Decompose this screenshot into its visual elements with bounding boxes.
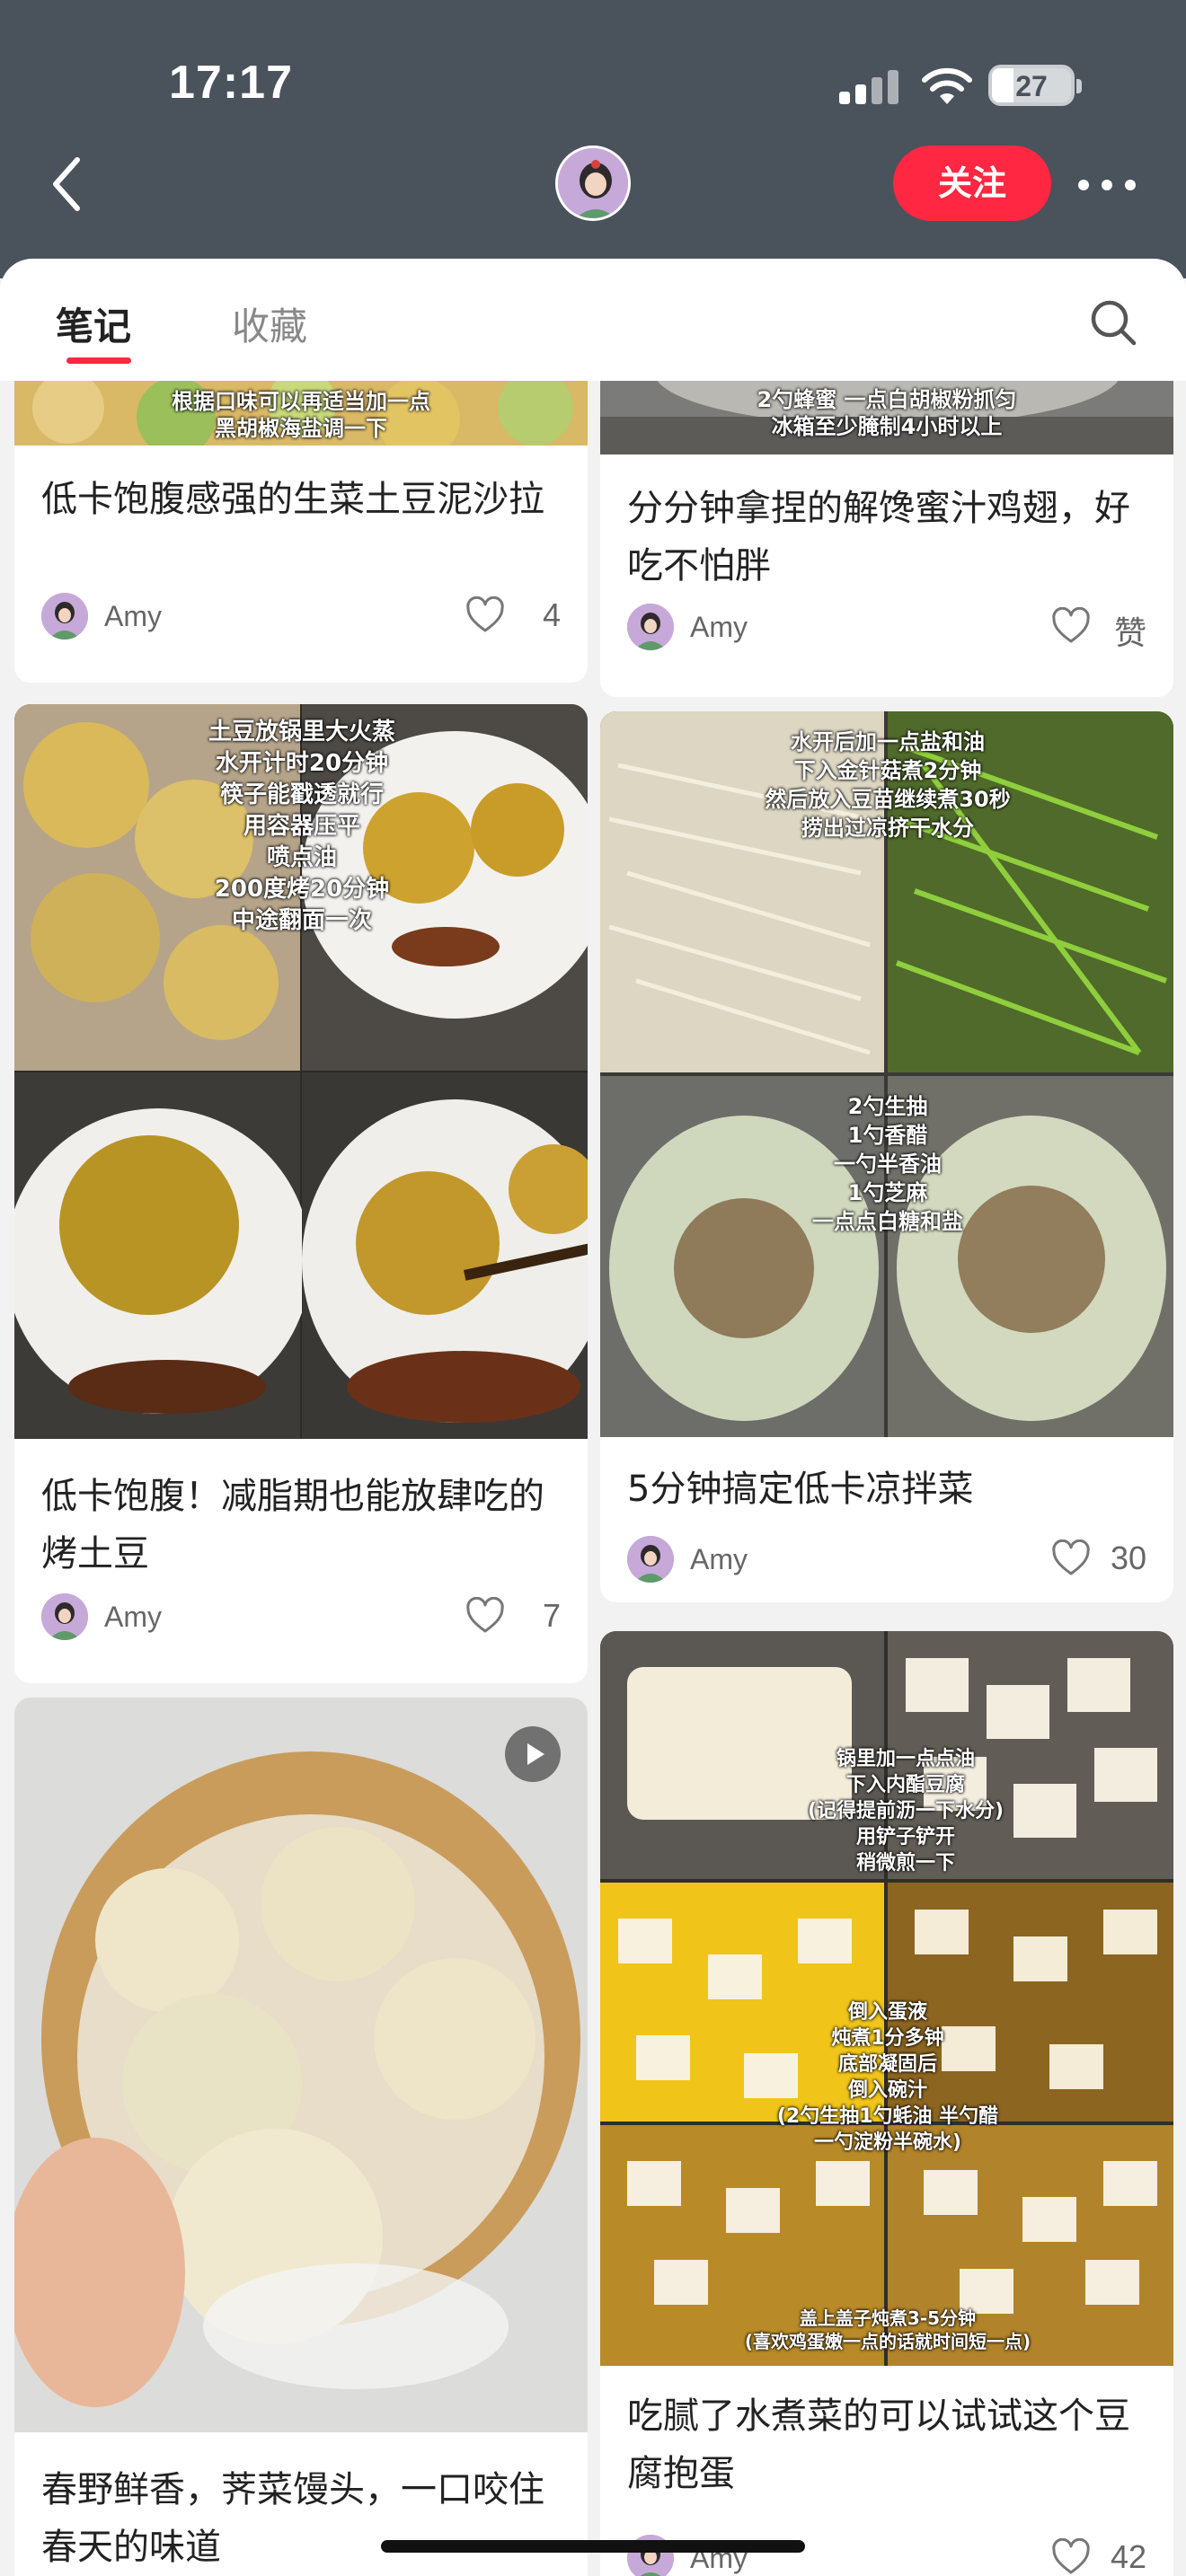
note-card[interactable]: 根据口味可以再适当加一点 黑胡椒海盐调一下 低卡饱腹感强的生菜土豆泥沙拉 Amy… bbox=[14, 381, 588, 683]
note-cover-image: 锅里加一点点油 下入内酯豆腐 (记得提前沥一下水分) 用铲子铲开 稍微煎一下 倒… bbox=[600, 1631, 1173, 2366]
like-count: 7 bbox=[542, 1597, 561, 1634]
profile-avatar[interactable] bbox=[555, 146, 631, 221]
author-avatar bbox=[627, 1536, 674, 1583]
image-caption: 2勺生抽 1勺香醋 一勺半香油 1勺芝麻 一点点白糖和盐 bbox=[812, 1094, 963, 1234]
note-title: 5分钟搞定低卡凉拌菜 bbox=[627, 1469, 974, 1510]
heart-icon[interactable] bbox=[465, 1597, 505, 1635]
image-caption: 倒入蛋液 炖煮1分多钟 底部凝固后 倒入碗汁 (2勺生抽1勺蚝油 半勺醋 一勺淀… bbox=[776, 2001, 999, 2154]
note-title: 低卡饱腹！减脂期也能放肆吃的烤土豆 bbox=[41, 1476, 544, 1575]
note-title: 分分钟拿捏的解馋蜜汁鸡翅，好吃不怕胖 bbox=[627, 488, 1130, 587]
note-meta: Amy 30 bbox=[627, 1532, 1146, 1586]
image-caption: 锅里加一点点油 下入内酯豆腐 (记得提前沥一下水分) 用铲子铲开 稍微煎一下 bbox=[807, 1748, 1005, 1875]
tab-notes[interactable]: 笔记 bbox=[56, 296, 131, 351]
note-meta: Amy 赞 bbox=[627, 600, 1146, 654]
heart-icon[interactable] bbox=[1051, 2538, 1091, 2576]
top-bar: 17:17 27 关注 bbox=[0, 0, 1186, 278]
note-meta: Amy 7 bbox=[41, 1590, 561, 1644]
note-cover-image bbox=[14, 1698, 588, 2432]
note-title: 春野鲜香，荠菜馒头，一口咬住春天的味道 bbox=[41, 2469, 544, 2568]
home-indicator[interactable] bbox=[381, 2540, 805, 2553]
more-options-icon[interactable] bbox=[1078, 180, 1139, 192]
author-name: Amy bbox=[104, 600, 162, 632]
note-title: 吃腻了水煮菜的可以试试这个豆腐抱蛋 bbox=[627, 2395, 1130, 2494]
note-card[interactable]: 土豆放锅里大火蒸 水开计时20分钟 筷子能戳透就行 用容器压平 喷点油 200度… bbox=[14, 704, 588, 1683]
note-meta: Amy 42 bbox=[627, 2531, 1146, 2576]
image-caption: 根据口味可以再适当加一点 黑胡椒海盐调一下 bbox=[172, 389, 430, 441]
notes-feed: 根据口味可以再适当加一点 黑胡椒海盐调一下 低卡饱腹感强的生菜土豆泥沙拉 Amy… bbox=[0, 381, 1186, 2576]
like-count: 30 bbox=[1110, 1539, 1146, 1576]
image-caption: 水开后加一点盐和油 下入金针菇煮2分钟 然后放入豆苗继续煮30秒 捞出过凉挤干水… bbox=[765, 729, 1011, 841]
battery-icon: 27 bbox=[988, 65, 1082, 106]
search-icon[interactable] bbox=[1089, 298, 1137, 347]
heart-icon[interactable] bbox=[1051, 607, 1091, 645]
note-card[interactable]: 2勺蜂蜜 一点白胡椒粉抓匀 冰箱至少腌制4小时以上 分分钟拿捏的解馋蜜汁鸡翅，好… bbox=[600, 381, 1173, 697]
note-meta: Amy 4 bbox=[41, 589, 561, 643]
like-count: 42 bbox=[1110, 2538, 1146, 2575]
image-caption: 盖上盖子炖煮3-5分钟 (喜欢鸡蛋嫩一点的话就时间短一点) bbox=[744, 2307, 1031, 2352]
note-card[interactable]: 锅里加一点点油 下入内酯豆腐 (记得提前沥一下水分) 用铲子铲开 稍微煎一下 倒… bbox=[600, 1631, 1173, 2576]
back-chevron-icon[interactable] bbox=[43, 153, 88, 216]
note-cover-image: 根据口味可以再适当加一点 黑胡椒海盐调一下 bbox=[14, 381, 588, 446]
battery-level: 27 bbox=[1015, 70, 1048, 102]
note-title: 低卡饱腹感强的生菜土豆泥沙拉 bbox=[41, 479, 544, 520]
video-play-icon bbox=[505, 1726, 561, 1782]
tab-favorites[interactable]: 收藏 bbox=[232, 296, 307, 351]
author-name: Amy bbox=[690, 611, 748, 643]
author-name: Amy bbox=[690, 1543, 748, 1575]
image-caption: 土豆放锅里大火蒸 水开计时20分钟 筷子能戳透就行 用容器压平 喷点油 200度… bbox=[208, 719, 395, 934]
author-avatar bbox=[41, 1593, 88, 1640]
note-card[interactable]: 水开后加一点盐和油 下入金针菇煮2分钟 然后放入豆苗继续煮30秒 捞出过凉挤干水… bbox=[600, 711, 1173, 1602]
note-cover-image: 水开后加一点盐和油 下入金针菇煮2分钟 然后放入豆苗继续煮30秒 捞出过凉挤干水… bbox=[600, 711, 1173, 1437]
heart-icon[interactable] bbox=[1051, 1539, 1091, 1577]
heart-icon[interactable] bbox=[465, 596, 505, 634]
author-avatar bbox=[627, 604, 674, 650]
author-name: Amy bbox=[104, 1601, 162, 1633]
like-count: 4 bbox=[542, 596, 561, 633]
note-card[interactable]: 春野鲜香，荠菜馒头，一口咬住春天的味道 bbox=[14, 1698, 588, 2576]
note-cover-image: 2勺蜂蜜 一点白胡椒粉抓匀 冰箱至少腌制4小时以上 bbox=[600, 381, 1173, 454]
profile-tabs: 笔记 收藏 bbox=[0, 259, 1186, 381]
author-avatar bbox=[41, 593, 88, 640]
like-count: 赞 bbox=[1113, 614, 1146, 651]
follow-button[interactable]: 关注 bbox=[893, 146, 1051, 221]
note-cover-image: 土豆放锅里大火蒸 水开计时20分钟 筷子能戳透就行 用容器压平 喷点油 200度… bbox=[14, 704, 588, 1439]
wifi-icon bbox=[922, 67, 972, 104]
status-time: 17:17 bbox=[169, 57, 293, 109]
cellular-signal-icon bbox=[839, 68, 902, 104]
image-caption: 2勺蜂蜜 一点白胡椒粉抓匀 冰箱至少腌制4小时以上 bbox=[757, 387, 1017, 439]
active-tab-indicator bbox=[66, 357, 131, 364]
